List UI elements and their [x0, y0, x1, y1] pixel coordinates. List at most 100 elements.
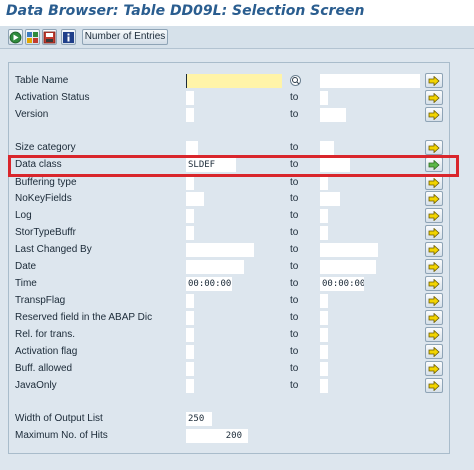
execute-button[interactable]	[8, 29, 23, 45]
field-high-input[interactable]	[320, 294, 328, 308]
field-high-input[interactable]	[320, 209, 328, 223]
field-low-input[interactable]: SLDEF	[186, 158, 236, 172]
arrow-right-icon	[428, 92, 440, 103]
field-low-input[interactable]	[186, 243, 254, 257]
to-label: to	[290, 312, 299, 323]
field-low-input[interactable]	[186, 141, 198, 155]
field-high-input[interactable]	[320, 176, 328, 190]
field-high-input[interactable]	[320, 108, 346, 122]
max-hits-field[interactable]: 200	[186, 429, 248, 443]
to-label: to	[290, 329, 299, 340]
field-label: Data class	[15, 159, 62, 170]
window-title: Data Browser: Table DD09L: Selection Scr…	[6, 3, 365, 19]
field-label: Activation flag	[15, 346, 78, 357]
to-label: to	[290, 261, 299, 272]
output-width-field[interactable]: 250	[186, 412, 212, 426]
arrow-right-icon	[428, 380, 440, 391]
field-low-input[interactable]	[186, 311, 194, 325]
field-label: Reserved field in the ABAP Dic	[15, 312, 153, 323]
field-label: Date	[15, 261, 37, 272]
field-label: Table Name	[15, 75, 69, 86]
to-label: to	[290, 363, 299, 374]
field-low-input[interactable]	[186, 91, 194, 105]
multiple-selection-button[interactable]	[425, 344, 443, 359]
field-high-input[interactable]	[320, 328, 328, 342]
to-label: to	[290, 177, 299, 188]
arrow-right-icon	[428, 109, 440, 120]
field-low-input[interactable]	[186, 176, 194, 190]
arrow-right-icon	[428, 210, 440, 221]
field-high-input[interactable]	[320, 243, 378, 257]
field-low-input[interactable]	[186, 379, 194, 393]
field-low-input[interactable]	[186, 345, 194, 359]
multiple-selection-button[interactable]	[425, 175, 443, 190]
multiple-selection-button[interactable]	[425, 293, 443, 308]
multiple-selection-button[interactable]	[425, 191, 443, 206]
field-low-input[interactable]	[186, 192, 204, 206]
field-high-input[interactable]	[320, 362, 328, 376]
field-low-input[interactable]	[186, 74, 282, 88]
field-low-input[interactable]	[186, 209, 194, 223]
to-label: to	[290, 380, 299, 391]
multiple-selection-button[interactable]	[425, 157, 443, 172]
to-label: to	[290, 346, 299, 357]
execute-icon	[9, 31, 22, 43]
field-high-input[interactable]	[320, 141, 334, 155]
field-high-input[interactable]	[320, 74, 420, 88]
info-button[interactable]	[61, 29, 76, 45]
multiple-selection-button[interactable]	[425, 310, 443, 325]
field-low-input[interactable]	[186, 260, 244, 274]
field-high-input[interactable]	[320, 311, 328, 325]
arrow-right-icon	[428, 261, 440, 272]
field-low-input[interactable]: 00:00:00	[186, 277, 232, 291]
field-high-input[interactable]	[320, 91, 328, 105]
arrow-right-icon	[428, 363, 440, 374]
field-low-input[interactable]	[186, 362, 194, 376]
field-label: Size category	[15, 142, 76, 153]
multiple-selection-button[interactable]	[425, 225, 443, 240]
field-high-input[interactable]	[320, 345, 328, 359]
arrow-right-icon	[428, 329, 440, 340]
multiple-selection-button[interactable]	[425, 276, 443, 291]
multiple-selection-button[interactable]	[425, 361, 443, 376]
multiple-selection-button[interactable]	[425, 242, 443, 257]
to-label: to	[290, 109, 299, 120]
multiple-selection-button[interactable]	[425, 259, 443, 274]
field-label: TranspFlag	[15, 295, 66, 306]
get-variant-button[interactable]	[25, 29, 40, 45]
arrow-right-icon	[428, 142, 440, 153]
field-high-input[interactable]	[320, 158, 350, 172]
multiple-selection-button[interactable]	[425, 327, 443, 342]
field-high-input[interactable]: 00:00:00	[320, 277, 364, 291]
field-high-input[interactable]	[320, 379, 328, 393]
field-high-input[interactable]	[320, 260, 376, 274]
multiple-selection-button[interactable]	[425, 140, 443, 155]
field-low-input[interactable]	[186, 226, 194, 240]
field-low-input[interactable]	[186, 108, 194, 122]
to-label: to	[290, 244, 299, 255]
multiple-selection-button[interactable]	[425, 107, 443, 122]
arrow-right-icon	[428, 159, 440, 170]
multiple-selection-button[interactable]	[425, 90, 443, 105]
number-of-entries-button[interactable]: Number of Entries	[82, 29, 168, 45]
field-label: Buffering type	[15, 177, 77, 188]
field-label: Buff. allowed	[15, 363, 73, 374]
field-high-input[interactable]	[320, 226, 328, 240]
multiple-selection-button[interactable]	[425, 208, 443, 223]
arrow-right-icon	[428, 278, 440, 289]
multiple-selection-button[interactable]	[425, 73, 443, 88]
arrow-right-icon	[428, 244, 440, 255]
value-help-icon[interactable]	[290, 75, 301, 86]
field-label: Log	[15, 210, 32, 221]
field-label: Rel. for trans.	[15, 329, 76, 340]
save-variant-button[interactable]	[42, 29, 57, 45]
multiple-selection-button[interactable]	[425, 378, 443, 393]
field-high-input[interactable]	[320, 192, 340, 206]
field-low-input[interactable]	[186, 328, 194, 342]
field-low-input[interactable]	[186, 294, 194, 308]
field-label: Version	[15, 109, 49, 120]
field-label: StorTypeBuffr	[15, 227, 76, 238]
arrow-right-icon	[428, 177, 440, 188]
application-toolbar: Number of Entries	[0, 26, 474, 49]
to-label: to	[290, 92, 299, 103]
